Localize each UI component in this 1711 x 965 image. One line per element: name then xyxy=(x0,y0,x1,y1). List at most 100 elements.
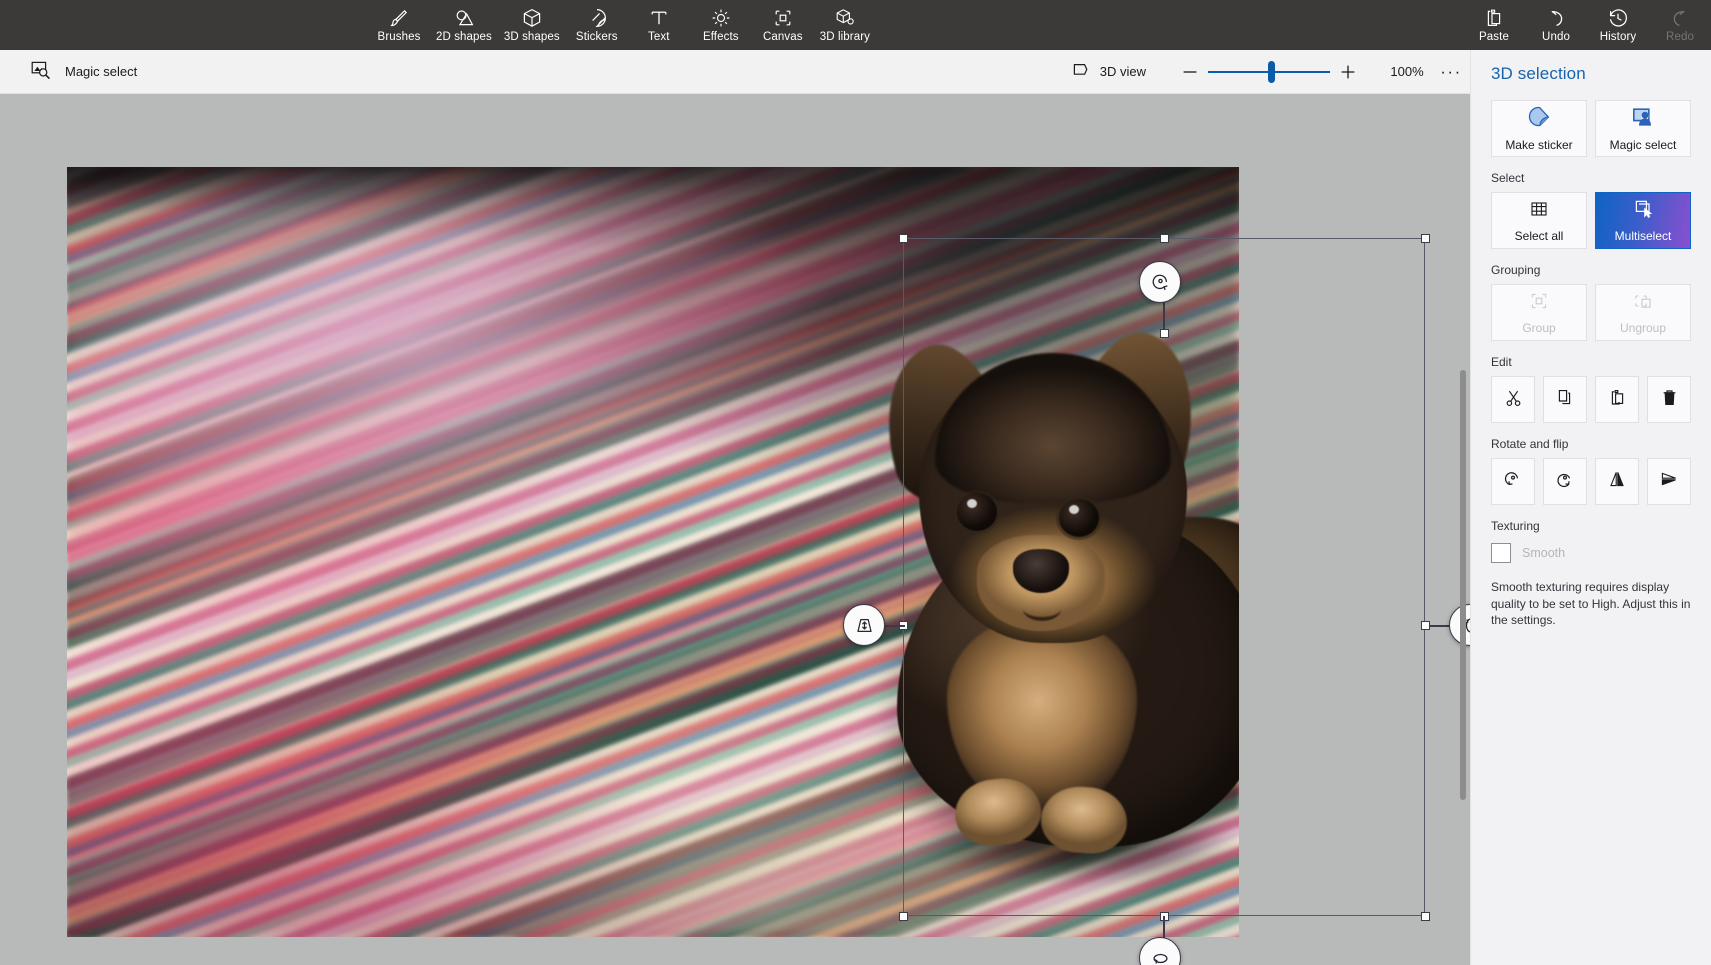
history-icon xyxy=(1607,6,1629,29)
gizmo-stem-top-right xyxy=(1163,302,1165,330)
ungroup-icon xyxy=(1633,291,1653,316)
multiselect-button[interactable]: Multiselect xyxy=(1595,192,1691,249)
selection-handle-bottom-right[interactable] xyxy=(1421,912,1430,921)
rotate-z-gizmo[interactable] xyxy=(1139,261,1181,303)
tool-label: Text xyxy=(648,31,670,43)
text-icon xyxy=(648,6,670,29)
zoom-controls: 100% ··· xyxy=(1172,57,1468,87)
paste-button[interactable] xyxy=(1595,376,1639,423)
context-toolbar-right: 3D view 100% ··· xyxy=(1061,54,1482,90)
group-button: Group xyxy=(1491,284,1587,341)
cut-icon xyxy=(1504,388,1523,412)
selection-handle-bottom-left[interactable] xyxy=(899,912,908,921)
flip-horizontal-button[interactable] xyxy=(1595,458,1639,505)
multiselect-icon xyxy=(1633,198,1654,224)
gizmo-stem-bottom xyxy=(1163,916,1165,938)
button-label: Make sticker xyxy=(1505,138,1572,152)
tool-canvas[interactable]: Canvas xyxy=(752,0,814,50)
magic-select-label: Magic select xyxy=(65,64,137,79)
flip-vertical-icon xyxy=(1659,469,1679,494)
tool-3d-shapes[interactable]: 3D shapes xyxy=(498,0,566,50)
select-all-button[interactable]: Select all xyxy=(1491,192,1587,249)
canvas-vertical-scrollbar[interactable] xyxy=(1460,370,1466,800)
delete-button[interactable] xyxy=(1647,376,1691,423)
edit-buttons-row xyxy=(1491,376,1691,423)
flip-horizontal-icon xyxy=(1607,469,1627,494)
copy-icon xyxy=(1556,388,1575,412)
main-toolbar: Brushes 2D shapes 3D s xyxy=(0,0,1711,50)
selection-handle-middle-right[interactable] xyxy=(1421,621,1430,630)
zoom-in-button[interactable] xyxy=(1330,57,1366,87)
tool-label: 3D library xyxy=(820,31,870,43)
context-toolbar-left: Magic select xyxy=(0,54,149,90)
toolbar-action-group: Paste Undo xyxy=(1463,0,1711,50)
selection-handle-top-left[interactable] xyxy=(899,234,908,243)
selection-handle-top-right[interactable] xyxy=(1421,234,1430,243)
redo-tool-button: Redo xyxy=(1649,0,1711,50)
ungroup-button: Ungroup xyxy=(1595,284,1691,341)
selection-handle-top-center[interactable] xyxy=(1160,234,1169,243)
grouping-buttons-row: Group Ungroup xyxy=(1491,284,1691,341)
context-toolbar: Magic select 3D view xyxy=(0,50,1482,94)
magic-select-portrait-icon xyxy=(1631,106,1655,133)
rotate-left-button[interactable] xyxy=(1491,458,1535,505)
sticker-icon xyxy=(586,6,608,29)
select-all-icon xyxy=(1529,199,1549,224)
toolbar-tool-group: Brushes 2D shapes 3D s xyxy=(368,0,876,50)
tool-stickers[interactable]: Stickers xyxy=(566,0,628,50)
zoom-slider[interactable] xyxy=(1208,57,1330,87)
flip-vertical-button[interactable] xyxy=(1647,458,1691,505)
redo-icon xyxy=(1669,6,1691,29)
tool-effects[interactable]: Effects xyxy=(690,0,752,50)
tool-label: 2D shapes xyxy=(436,31,492,43)
tool-brushes[interactable]: Brushes xyxy=(368,0,430,50)
undo-tool-button[interactable]: Undo xyxy=(1525,0,1587,50)
more-options-button[interactable]: ··· xyxy=(1434,57,1468,87)
view-3d-label: 3D view xyxy=(1100,64,1146,79)
paint3d-app: Brushes 2D shapes 3D s xyxy=(0,0,1711,965)
delete-icon xyxy=(1660,388,1679,412)
selection-bounding-box[interactable] xyxy=(903,238,1425,916)
zoom-level-value: 100% xyxy=(1380,64,1434,79)
zoom-out-button[interactable] xyxy=(1172,57,1208,87)
shapes-2d-icon xyxy=(453,6,475,29)
tool-label: History xyxy=(1600,31,1636,43)
make-sticker-button[interactable]: Make sticker xyxy=(1491,100,1587,157)
tool-label: Stickers xyxy=(576,31,618,43)
button-label: Ungroup xyxy=(1620,321,1666,335)
magic-select-panel-button[interactable]: Magic select xyxy=(1595,100,1691,157)
tool-label: Redo xyxy=(1666,31,1694,43)
texturing-note: Smooth texturing requires display qualit… xyxy=(1491,579,1691,629)
history-tool-button[interactable]: History xyxy=(1587,0,1649,50)
effects-icon xyxy=(710,6,732,29)
cut-button[interactable] xyxy=(1491,376,1535,423)
group-icon xyxy=(1529,291,1549,316)
rotate-y-gizmo[interactable] xyxy=(1139,937,1181,965)
tool-2d-shapes[interactable]: 2D shapes xyxy=(430,0,498,50)
rotate-right-button[interactable] xyxy=(1543,458,1587,505)
zoom-slider-thumb[interactable] xyxy=(1268,61,1275,83)
tool-label: Effects xyxy=(703,31,739,43)
brush-icon xyxy=(388,6,410,29)
copy-button[interactable] xyxy=(1543,376,1587,423)
tool-label: Canvas xyxy=(763,31,803,43)
rotate-left-icon xyxy=(1503,469,1523,494)
canvas-icon xyxy=(772,6,794,29)
tool-3d-library[interactable]: 3D library xyxy=(814,0,876,50)
paste-icon xyxy=(1608,388,1627,412)
smooth-checkbox xyxy=(1491,543,1511,563)
paste-tool-button[interactable]: Paste xyxy=(1463,0,1525,50)
panel-title: 3D selection xyxy=(1491,64,1691,84)
tool-text[interactable]: Text xyxy=(628,0,690,50)
texturing-group-label: Texturing xyxy=(1491,519,1691,533)
button-label: Multiselect xyxy=(1615,229,1672,243)
move-depth-gizmo[interactable] xyxy=(843,604,885,646)
button-label: Magic select xyxy=(1610,138,1677,152)
rotate-buttons-row xyxy=(1491,458,1691,505)
view-3d-button[interactable]: 3D view xyxy=(1061,54,1156,90)
grouping-group-label: Grouping xyxy=(1491,263,1691,277)
canvas-area[interactable] xyxy=(0,94,1470,965)
magic-select-button[interactable]: Magic select xyxy=(24,54,149,90)
sticker-peel-icon xyxy=(1528,105,1551,133)
selection-handle-inner-top[interactable] xyxy=(1160,329,1169,338)
